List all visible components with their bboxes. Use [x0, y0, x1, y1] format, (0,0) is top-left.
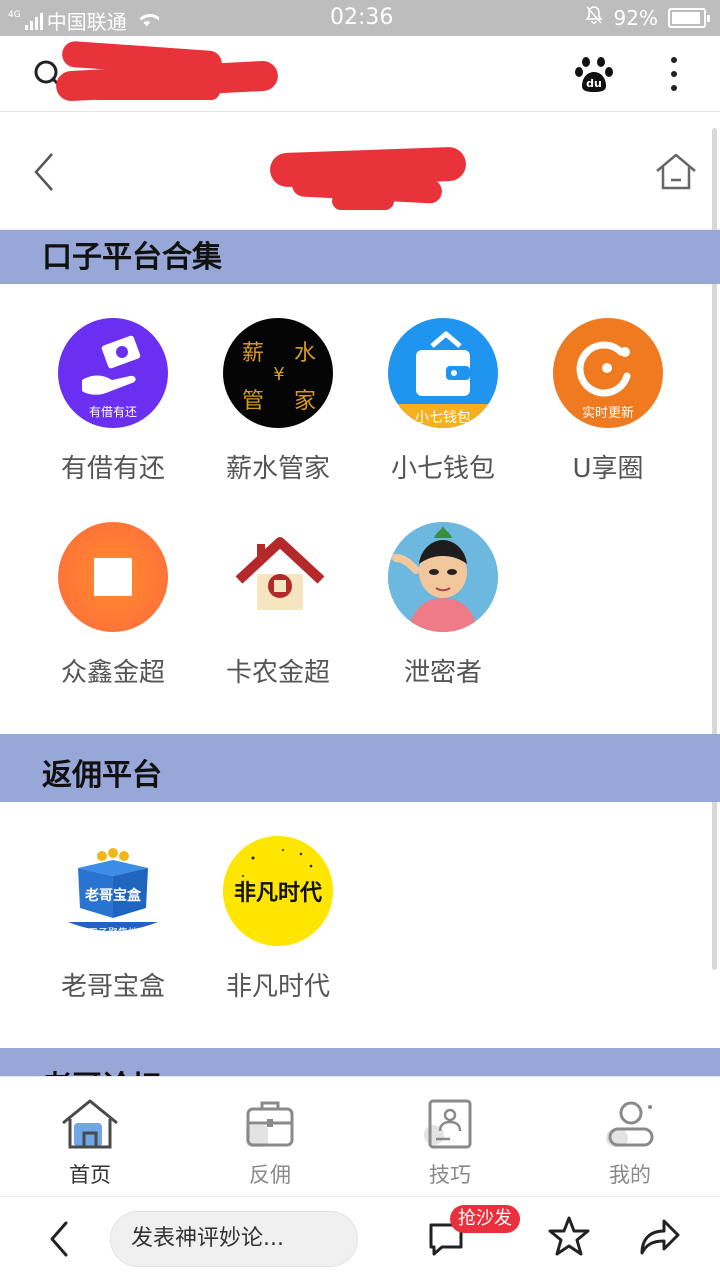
- tab-home[interactable]: 首页: [0, 1077, 180, 1197]
- tab-label: 反佣: [249, 1163, 291, 1187]
- clock: 02:36: [330, 5, 394, 30]
- app-item[interactable]: 有借有还 有借有还: [33, 318, 193, 485]
- app-label: U享圈: [572, 454, 644, 484]
- document-icon: [420, 1095, 480, 1155]
- section-header: 返佣平台: [0, 734, 720, 802]
- network-type: 4G: [8, 9, 21, 20]
- app-item[interactable]: 老哥宝盒 口子聚集地 老哥宝盒: [33, 836, 193, 1003]
- svg-text:水: 水: [294, 341, 316, 366]
- carrier-name: 中国联通: [46, 10, 127, 34]
- star-icon[interactable]: [548, 1215, 590, 1257]
- battery-icon: [668, 7, 710, 28]
- section-title: 返佣平台: [42, 758, 162, 793]
- share-icon[interactable]: [638, 1215, 682, 1257]
- tab-label: 技巧: [429, 1163, 471, 1187]
- hand-money-icon: 有借有还: [58, 318, 168, 428]
- salary-housekeeper-icon: 薪 水 ¥ 管 家: [223, 318, 333, 428]
- back-arrow-icon[interactable]: [44, 1219, 74, 1259]
- redacted-title-scribble: [332, 192, 394, 210]
- section-header: 口子平台合集: [0, 230, 720, 284]
- tab-mine[interactable]: 我的: [540, 1077, 720, 1197]
- signal-icon: [24, 12, 43, 30]
- status-bar: 4G 中国联通 02:36 92%: [0, 0, 720, 36]
- cartoon-character-icon: [388, 522, 498, 632]
- svg-text:¥: ¥: [273, 364, 284, 385]
- tab-tips[interactable]: 技巧: [360, 1077, 540, 1197]
- bottom-tab-bar: 首页 反佣 技巧 我的: [0, 1076, 720, 1196]
- svg-text:有借有还: 有借有还: [89, 405, 137, 419]
- svg-text:管: 管: [242, 389, 264, 414]
- tab-label: 我的: [609, 1163, 651, 1187]
- app-label: 老哥宝盒: [60, 972, 165, 1002]
- comment-bar: 发表神评妙论... 抢沙发: [0, 1196, 720, 1280]
- app-item[interactable]: 卡农金超: [198, 522, 358, 689]
- house-icon: [223, 522, 333, 632]
- app-label: 有借有还: [60, 454, 165, 484]
- svg-text:小七钱包: 小七钱包: [415, 410, 471, 426]
- browser-bar: du: [0, 36, 720, 112]
- svg-text:口子聚集地: 口子聚集地: [88, 926, 138, 939]
- svg-text:老哥宝盒: 老哥宝盒: [85, 887, 142, 904]
- comment-input[interactable]: 发表神评妙论...: [110, 1211, 358, 1267]
- app-item[interactable]: 非凡时代 非凡时代: [198, 836, 358, 1003]
- battery-percent: 92%: [613, 5, 658, 30]
- svg-text:非凡时代: 非凡时代: [234, 881, 322, 906]
- svg-text:du: du: [586, 77, 602, 90]
- app-item[interactable]: 薪 水 ¥ 管 家 薪水管家: [198, 318, 358, 485]
- sofa-badge[interactable]: 抢沙发: [450, 1205, 520, 1233]
- redacted-url-scribble: [90, 82, 220, 100]
- more-menu-icon[interactable]: [664, 54, 684, 94]
- person-icon: [600, 1095, 660, 1155]
- app-label: 众鑫金超: [60, 658, 165, 688]
- app-item[interactable]: 实时更新 U享圈: [528, 318, 688, 485]
- section-title: 老哥论坛: [42, 1062, 162, 1076]
- app-item[interactable]: 泄密者: [363, 522, 523, 689]
- home-outline-icon[interactable]: [654, 150, 698, 194]
- section-header: 老哥论坛: [0, 1048, 720, 1076]
- back-icon[interactable]: [30, 152, 60, 192]
- wallet-icon: 小七钱包: [388, 318, 498, 428]
- svg-text:实时更新: 实时更新: [582, 405, 634, 421]
- app-label: 泄密者: [403, 658, 482, 688]
- briefcase-icon: [240, 1095, 300, 1155]
- home-icon: [60, 1095, 120, 1155]
- section-title: 口子平台合集: [42, 240, 222, 275]
- svg-text:家: 家: [294, 389, 316, 414]
- app-label: 小七钱包: [390, 454, 495, 484]
- svg-text:薪: 薪: [242, 341, 264, 366]
- bell-muted-icon: [584, 5, 604, 30]
- page-header: [0, 112, 720, 230]
- tab-commission[interactable]: 反佣: [180, 1077, 360, 1197]
- app-item[interactable]: 小七钱包 小七钱包: [363, 318, 523, 485]
- tab-label: 首页: [69, 1163, 111, 1187]
- app-label: 卡农金超: [225, 658, 330, 688]
- u-circle-icon: 实时更新: [553, 318, 663, 428]
- square-coin-icon: [58, 522, 168, 632]
- baidu-paw-icon[interactable]: du: [574, 54, 614, 94]
- app-item[interactable]: 众鑫金超: [33, 522, 193, 689]
- treasure-box-icon: 老哥宝盒 口子聚集地: [58, 836, 168, 946]
- app-label: 非凡时代: [225, 972, 330, 1002]
- extraordinary-times-icon: 非凡时代: [223, 836, 333, 946]
- app-label: 薪水管家: [225, 454, 330, 484]
- wifi-icon: [134, 12, 159, 30]
